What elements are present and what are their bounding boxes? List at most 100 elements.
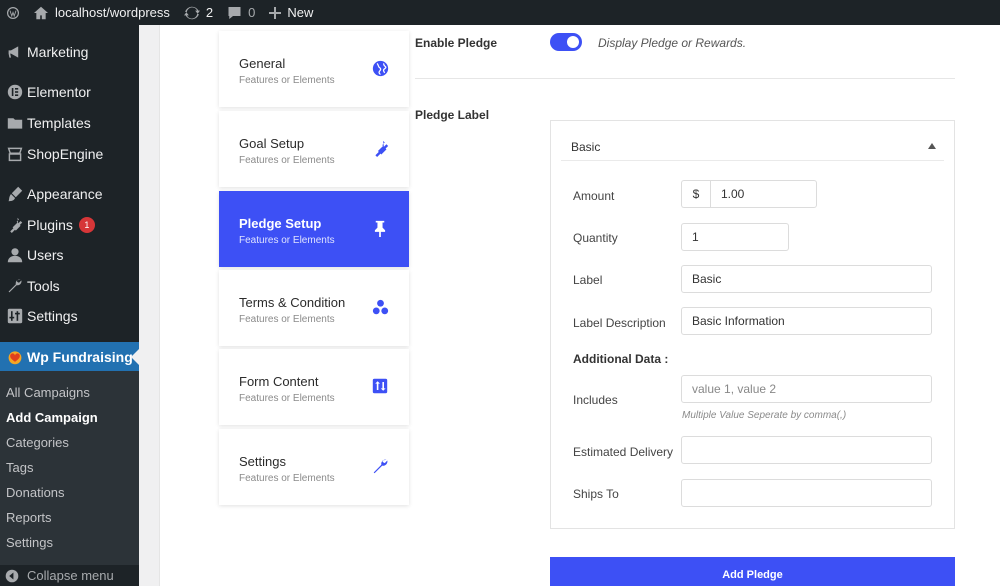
- includes-hint: Multiple Value Seperate by comma(,): [682, 410, 847, 421]
- comment-icon: [228, 6, 241, 19]
- enable-pledge-label: Enable Pledge: [415, 36, 498, 50]
- menu-templates[interactable]: Templates: [0, 108, 139, 138]
- menu-wp-fundraising[interactable]: Wp Fundraising: [0, 342, 139, 372]
- pin-icon: [374, 220, 386, 237]
- menu-plugins[interactable]: Plugins 1: [0, 210, 139, 240]
- tab-title: Settings: [239, 454, 286, 469]
- circles-icon: [372, 299, 388, 314]
- currency-prefix: $: [681, 180, 710, 208]
- menu-label: Marketing: [27, 44, 89, 60]
- collapse-label: Collapse menu: [27, 568, 114, 583]
- globe-icon: [372, 60, 388, 76]
- tab-title: General: [239, 56, 286, 71]
- comments-count: 0: [248, 5, 256, 20]
- includes-label: Includes: [573, 393, 618, 407]
- tab-form-content[interactable]: Form Content Features or Elements: [219, 349, 409, 425]
- menu-marketing[interactable]: Marketing: [0, 37, 139, 67]
- folder-icon: [7, 118, 22, 129]
- menu-label: Tools: [27, 278, 60, 294]
- tab-subtitle: Features or Elements: [239, 393, 335, 404]
- wp-logo[interactable]: [0, 0, 26, 25]
- menu-label: Users: [27, 247, 64, 263]
- tab-subtitle: Features or Elements: [239, 235, 335, 246]
- brush-icon: [8, 186, 22, 202]
- submenu-settings[interactable]: Settings: [6, 535, 53, 550]
- updates-link[interactable]: 2: [177, 0, 220, 25]
- plugins-update-badge: 1: [78, 217, 95, 233]
- shop-icon: [7, 147, 22, 162]
- tab-title: Form Content: [239, 374, 319, 389]
- updates-count: 2: [205, 5, 214, 20]
- menu-settings[interactable]: Settings: [0, 301, 139, 331]
- submenu-all-campaigns[interactable]: All Campaigns: [6, 385, 90, 400]
- fundraising-submenu: All Campaigns Add Campaign Categories Ta…: [0, 371, 139, 565]
- tab-subtitle: Features or Elements: [239, 75, 335, 86]
- label-description-input[interactable]: Basic Information: [681, 307, 932, 335]
- campaign-editor-panel: General Features or Elements Goal Setup …: [159, 25, 1000, 586]
- new-content-link[interactable]: New: [262, 0, 320, 25]
- tab-goal-setup[interactable]: Goal Setup Features or Elements: [219, 111, 409, 187]
- fundraising-icon: [8, 351, 21, 365]
- wrench-icon: [373, 459, 387, 473]
- add-pledge-button[interactable]: Add Pledge: [550, 557, 955, 586]
- estimated-delivery-label: Estimated Delivery: [573, 445, 674, 459]
- menu-label: Appearance: [27, 186, 103, 202]
- plugin-icon: [9, 217, 22, 233]
- caret-up-icon[interactable]: [928, 143, 936, 149]
- tab-title: Terms & Condition: [239, 295, 346, 310]
- quantity-input[interactable]: 1: [681, 223, 789, 251]
- menu-users[interactable]: Users: [0, 240, 139, 270]
- tab-subtitle: Features or Elements: [239, 155, 335, 166]
- tab-title: Goal Setup: [239, 136, 305, 151]
- includes-input[interactable]: value 1, value 2: [681, 375, 932, 403]
- tab-subtitle: Features or Elements: [239, 314, 335, 325]
- tab-pledge-setup[interactable]: Pledge Setup Features or Elements: [219, 191, 409, 267]
- megaphone-icon: [8, 46, 18, 58]
- admin-bar: localhost/wordpress 2 0 New: [0, 0, 1000, 25]
- submenu-reports[interactable]: Reports: [6, 510, 52, 525]
- elementor-icon: [7, 84, 22, 100]
- submenu-categories[interactable]: Categories: [6, 435, 69, 450]
- submenu-tags[interactable]: Tags: [6, 460, 33, 475]
- sort-icon: [372, 378, 388, 394]
- tab-subtitle: Features or Elements: [239, 473, 335, 484]
- comments-link[interactable]: 0: [220, 0, 262, 25]
- menu-elementor[interactable]: Elementor: [0, 77, 139, 107]
- amount-input[interactable]: 1.00: [710, 180, 817, 208]
- tab-settings[interactable]: Settings Features or Elements: [219, 429, 409, 505]
- menu-tools[interactable]: Tools: [0, 271, 139, 301]
- menu-label: Elementor: [27, 84, 91, 100]
- submenu-donations[interactable]: Donations: [6, 485, 65, 500]
- label-input[interactable]: Basic: [681, 265, 932, 293]
- additional-data-heading: Additional Data :: [573, 352, 669, 366]
- section-divider: [415, 78, 955, 79]
- site-name-link[interactable]: localhost/wordpress: [26, 0, 177, 25]
- new-label: New: [287, 5, 314, 20]
- settings-icon: [7, 308, 22, 324]
- menu-label: Wp Fundraising: [27, 349, 133, 365]
- enable-pledge-toggle[interactable]: [550, 33, 582, 51]
- label-description-label: Label Description: [573, 316, 666, 330]
- tools-icon: [8, 279, 22, 293]
- menu-label: ShopEngine: [27, 146, 104, 162]
- tab-general[interactable]: General Features or Elements: [219, 31, 409, 107]
- ships-to-input[interactable]: [681, 479, 932, 507]
- label-label: Label: [573, 273, 603, 287]
- menu-label: Templates: [27, 115, 91, 131]
- estimated-delivery-input[interactable]: [681, 436, 932, 464]
- user-icon: [7, 248, 22, 263]
- menu-shopengine[interactable]: ShopEngine: [0, 139, 139, 169]
- wordpress-icon: [7, 6, 19, 19]
- refresh-icon: [183, 6, 200, 19]
- submenu-add-campaign[interactable]: Add Campaign: [6, 410, 98, 425]
- collapse-menu-button[interactable]: Collapse menu: [0, 565, 139, 586]
- site-name: localhost/wordpress: [55, 5, 170, 20]
- quantity-label: Quantity: [573, 231, 618, 245]
- menu-label: Plugins: [27, 217, 73, 233]
- tab-terms-condition[interactable]: Terms & Condition Features or Elements: [219, 270, 409, 346]
- pledge-item-header[interactable]: Basic: [561, 131, 944, 161]
- pledge-label-heading: Pledge Label: [415, 108, 490, 122]
- plus-icon: [269, 6, 282, 19]
- pledge-item-box: Basic Amount $ 1.00 Quantity 1 Label Bas…: [550, 120, 955, 529]
- menu-appearance[interactable]: Appearance: [0, 179, 139, 209]
